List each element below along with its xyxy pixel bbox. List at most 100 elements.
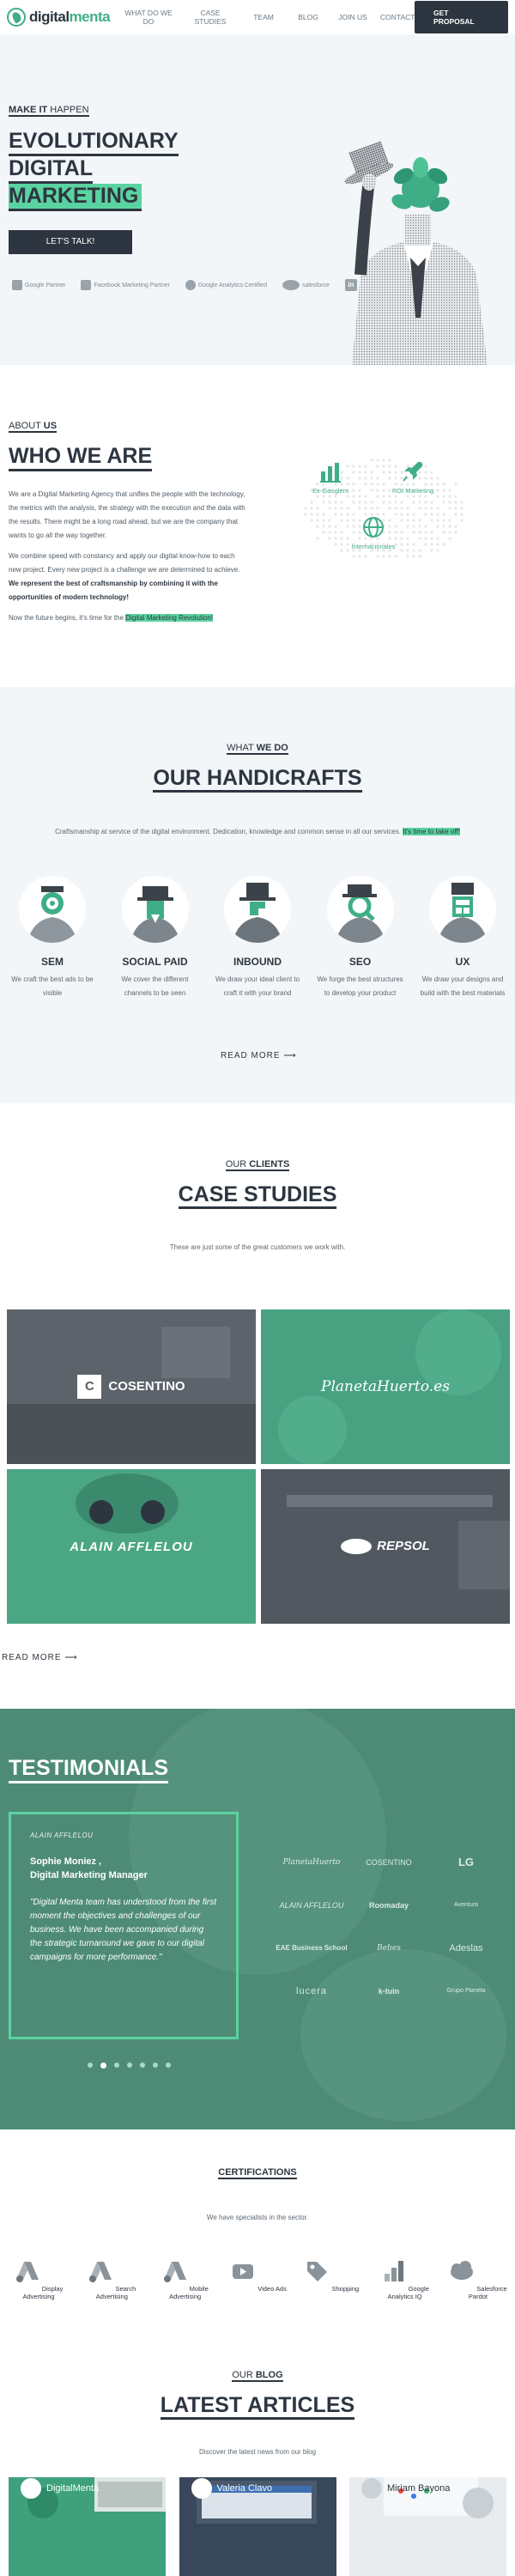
client-logo: PlanetaHuerto: [282, 1858, 341, 1867]
carousel-dot[interactable]: [166, 2063, 171, 2068]
craft-item-inbound[interactable]: INBOUND We draw your ideal client to cra…: [214, 876, 301, 1000]
about-body: We are a Digital Marketing Agency that u…: [9, 488, 249, 632]
bar-chart-icon: [320, 463, 341, 483]
about-eyebrow: ABOUT US: [9, 421, 58, 433]
author-name: Sophie Moniez ,: [30, 1856, 102, 1867]
stat-label: Ex-Googlers: [312, 487, 348, 495]
craft-item-social-paid[interactable]: SOCIAL PAID We cover the different chann…: [112, 876, 199, 1000]
repsol-icon: [341, 1539, 373, 1555]
handicrafts-title: OUR HANDICRAFTS: [0, 766, 515, 793]
author-name: Valeria Clavo: [216, 2483, 273, 2494]
seo-illustration: [326, 876, 394, 943]
client-logo: Adeslas: [449, 1943, 483, 1953]
partner-label: Google Analytics Certified: [197, 282, 267, 289]
blog-author: Miriam Bayona: [361, 2478, 450, 2499]
handicrafts-eyebrow-text: WHAT WE DO: [227, 743, 288, 755]
partner-label: Google Partner: [25, 282, 66, 289]
video-play-icon: [233, 2264, 254, 2279]
testimonial-card: ALAIN AFFLELOU Sophie Moniez , Digital Ma…: [9, 1812, 239, 2039]
craft-description: We forge the best structures to develop …: [317, 975, 403, 997]
handicrafts-eyebrow: WHAT WE DO: [0, 743, 515, 755]
nav-blog[interactable]: BLOG: [291, 13, 325, 21]
blog-card[interactable]: Miriam Bayona: [349, 2477, 506, 2576]
cases-eyebrow-text: OUR CLIENTS: [225, 1159, 290, 1171]
cert-salesforce-pardot: Salesforce Pardot: [445, 2258, 512, 2300]
client-logo: EAE Business School: [276, 1944, 348, 1952]
stat-internacionales: Internacionales: [335, 515, 412, 550]
get-proposal-button[interactable]: GET PROPOSAL: [415, 1, 508, 33]
arrow-right-icon: ⟶: [64, 1653, 78, 1662]
handicrafts-title-text: OUR HANDICRAFTS: [153, 766, 362, 793]
craft-description: We cover the different channels to be se…: [121, 975, 189, 997]
blog-title-text: LATEST ARTICLES: [160, 2393, 355, 2420]
avatar: [191, 2478, 212, 2499]
author-name: DigitalMenta: [46, 2483, 100, 2494]
craft-item-ux[interactable]: UX We draw your designs and build with t…: [419, 876, 506, 1000]
client-logo: LG: [457, 1856, 475, 1868]
craft-item-sem[interactable]: SEM We craft the best ads to be visible: [9, 876, 96, 1000]
case-label: ALAIN AFFLELOU: [70, 1539, 193, 1554]
about-p2-strong: We represent the best of craftsmanship b…: [9, 580, 218, 601]
cases-title-text: CASE STUDIES: [178, 1182, 337, 1209]
stat-roi-marketing: ROI Marketing: [374, 459, 451, 495]
nav-join-us[interactable]: JOIN US: [336, 13, 370, 21]
craft-item-seo[interactable]: SEO We forge the best structures to deve…: [317, 876, 404, 1000]
facebook-icon: [81, 280, 92, 290]
logo[interactable]: digitalmenta: [7, 8, 114, 27]
nav-what-we-do[interactable]: WHAT DO WE DO: [123, 9, 174, 26]
about-eyebrow-bold: US: [43, 421, 58, 431]
carousel-dot[interactable]: [127, 2063, 132, 2068]
blog-card[interactable]: DigitalMenta: [9, 2477, 166, 2576]
cert-video-ads: Video Ads: [225, 2258, 292, 2300]
cosentino-c-icon: C: [77, 1375, 102, 1399]
logo-suffix: menta: [69, 9, 111, 25]
client-logo: COSENTINO: [366, 1858, 412, 1867]
inbound-illustration: [224, 876, 291, 943]
carousel-dot[interactable]: [88, 2063, 93, 2068]
hero-eyebrow-rest: HAPPEN: [47, 105, 89, 115]
lets-talk-button[interactable]: LET'S TALK!: [9, 230, 132, 254]
cert-label: Mobile Advertising: [169, 2285, 209, 2300]
handicrafts-read-more-link[interactable]: READ MORE ⟶: [221, 1051, 297, 1060]
about-paragraph-3: Now the future begins, it's time for the…: [9, 611, 249, 625]
author-role: Digital Marketing Manager: [30, 1870, 148, 1880]
google-ads-icon: [89, 2262, 112, 2282]
carousel-dot[interactable]: [114, 2063, 119, 2068]
blog-eyebrow-bold: BLOG: [255, 2370, 283, 2380]
read-more-label: READ MORE: [221, 1051, 281, 1060]
about-paragraph-2: We combine speed with constancy and appl…: [9, 550, 249, 605]
case-card-alain-afflelou[interactable]: ALAIN AFFLELOU: [7, 1469, 256, 1624]
hero-title-line3: MARKETING: [9, 184, 142, 211]
about-paragraph-1: We are a Digital Marketing Agency that u…: [9, 490, 245, 539]
about-p3-highlight: Digital Marketing Revolution!: [125, 614, 214, 622]
sem-illustration: [19, 876, 86, 943]
about-title: WHO WE ARE: [9, 444, 153, 471]
certifications-title: CERTIFICATIONS: [0, 2167, 515, 2179]
logo-text: digitalmenta: [29, 9, 111, 26]
nav-team[interactable]: TEAM: [246, 13, 281, 21]
client-logo: Grupo Planeta: [446, 1988, 486, 1994]
case-card-repsol[interactable]: REPSOL: [261, 1469, 510, 1624]
testimonials-title: TESTIMONIALS: [9, 1756, 169, 1783]
blog-card[interactable]: Valeria Clavo: [179, 2477, 336, 2576]
about-p3-text: Now the future begins, it's time for the: [9, 614, 126, 622]
rocket-icon: [403, 461, 423, 482]
google-partner-logo: Google Partner: [12, 280, 65, 290]
nav-case-studies[interactable]: CASE STUDIES: [185, 9, 236, 26]
carousel-dot-active[interactable]: [100, 2063, 106, 2069]
google-ads-icon: [163, 2262, 186, 2282]
hero-eyebrow: MAKE IT HAPPEN: [9, 105, 89, 117]
craft-name: INBOUND: [233, 956, 282, 968]
nav-contact[interactable]: CONTACT: [380, 13, 415, 21]
carousel-dot[interactable]: [140, 2063, 145, 2068]
cert-display-advertising: Display Advertising: [5, 2258, 72, 2300]
client-logo: Roomaday: [368, 1901, 409, 1910]
case-card-cosentino[interactable]: C COSENTINO: [7, 1309, 256, 1464]
case-label: PlanetaHuerto.es: [321, 1378, 450, 1395]
cases-read-more-link[interactable]: READ MORE ⟶: [2, 1653, 78, 1662]
cert-mobile-advertising: Mobile Advertising: [152, 2258, 219, 2300]
page: digitalmenta WHAT DO WE DO CASE STUDIES …: [0, 0, 515, 2576]
case-card-planetahuerto[interactable]: PlanetaHuerto.es: [261, 1309, 510, 1464]
salesforce-cloud-icon: [282, 280, 300, 290]
carousel-dot[interactable]: [153, 2063, 158, 2068]
